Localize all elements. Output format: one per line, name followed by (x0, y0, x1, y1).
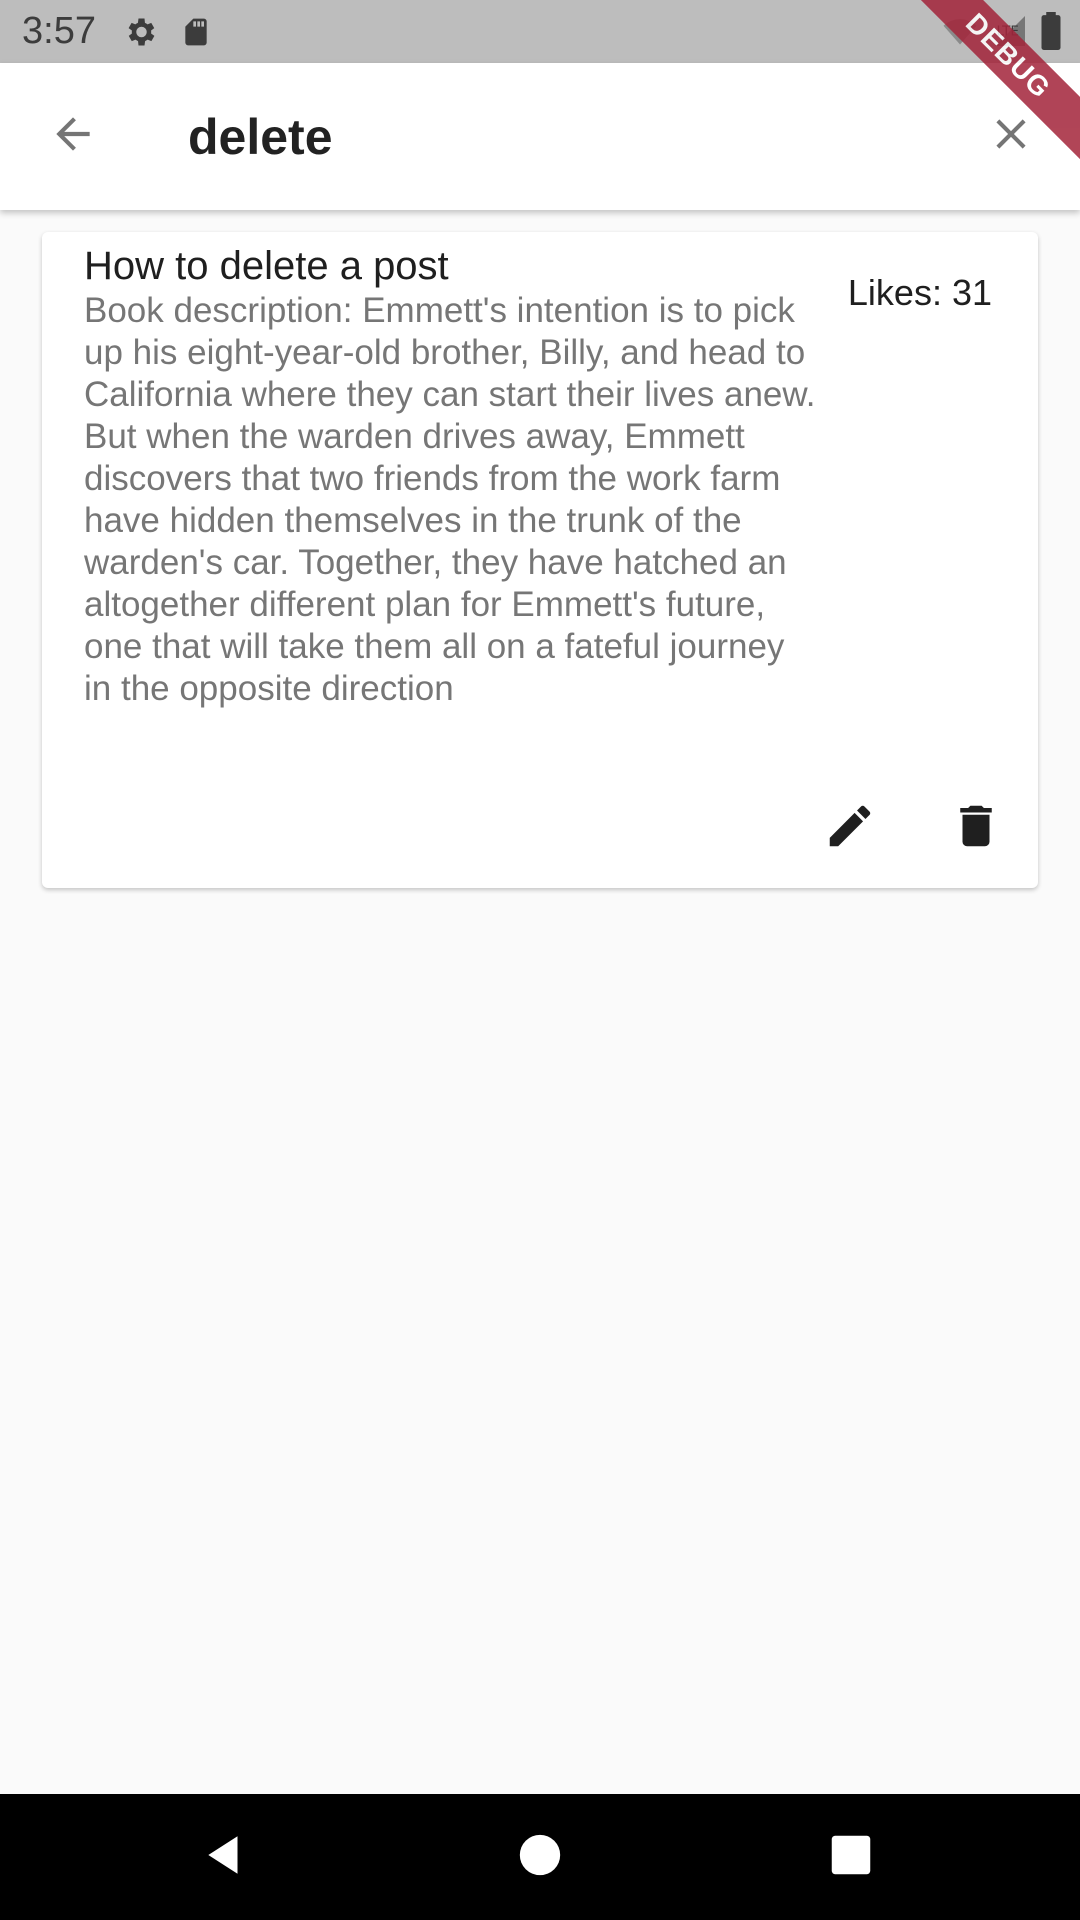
close-icon (986, 109, 1036, 164)
status-time: 3:57 (22, 10, 96, 52)
edit-post-button[interactable] (818, 796, 882, 860)
nav-back-button[interactable] (192, 1824, 258, 1890)
search-app-bar (0, 63, 1080, 210)
nav-home-button[interactable] (507, 1824, 573, 1890)
recents-nav-icon (830, 1834, 872, 1881)
status-bar: 3:57 LTE (0, 0, 1080, 63)
back-nav-icon (200, 1830, 250, 1885)
delete-post-button[interactable] (944, 796, 1008, 860)
battery-icon (1040, 12, 1062, 55)
back-button[interactable] (40, 103, 106, 169)
settings-icon (122, 14, 158, 55)
post-likes: Likes: 31 (847, 272, 992, 313)
arrow-back-icon (48, 109, 98, 164)
delete-icon (949, 799, 1003, 858)
post-card[interactable]: How to delete a post Book description: E… (42, 232, 1038, 888)
post-title: How to delete a post (84, 244, 449, 288)
post-description: Book description: Emmett's intention is … (84, 291, 816, 708)
sd-card-icon (180, 14, 212, 55)
system-nav-bar (0, 1794, 1080, 1920)
nav-recents-button[interactable] (818, 1824, 884, 1890)
edit-icon (823, 799, 877, 858)
search-input[interactable] (188, 99, 948, 175)
home-nav-icon (518, 1833, 562, 1882)
screen: 3:57 LTE DEBUG (0, 0, 1080, 1920)
